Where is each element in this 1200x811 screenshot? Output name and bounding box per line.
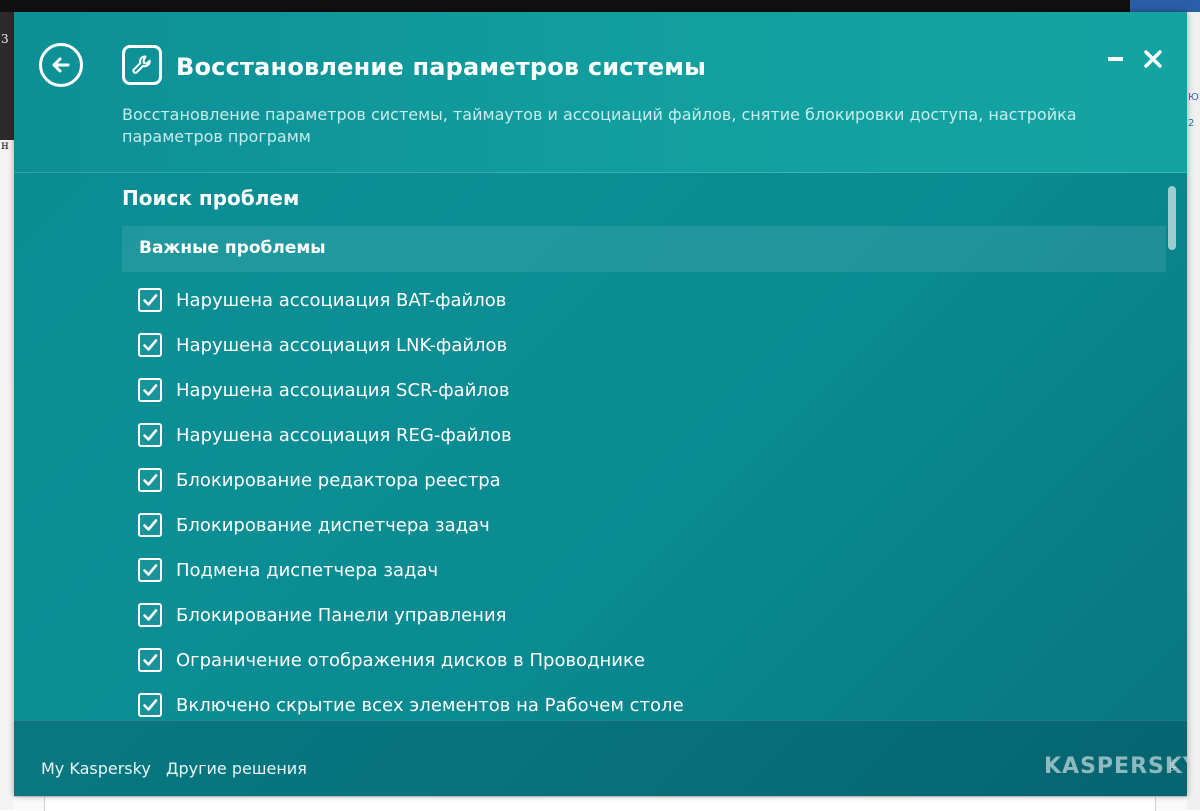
background-left-window: 3 н <box>0 12 15 810</box>
checkbox[interactable] <box>138 423 162 447</box>
close-icon <box>1144 50 1162 68</box>
checkmark-icon <box>143 654 158 666</box>
item-label: Нарушена ассоциация LNK-файлов <box>176 335 508 356</box>
section-title: Поиск проблем <box>122 186 300 210</box>
problems-list: Нарушена ассоциация BAT-файлов Нарушена … <box>122 282 1166 720</box>
list-item[interactable]: Блокирование редактора реестра <box>138 465 1138 495</box>
list-item[interactable]: Нарушена ассоциация BAT-файлов <box>138 285 1138 315</box>
background-right-window: Ю 2 <box>1187 12 1200 810</box>
checkbox[interactable] <box>138 648 162 672</box>
item-label: Нарушена ассоциация SCR-файлов <box>176 380 510 401</box>
list-item[interactable]: Включено скрытие всех элементов на Рабоч… <box>138 690 1138 720</box>
window-subtitle: Восстановление параметров системы, тайма… <box>122 105 1077 146</box>
back-button[interactable] <box>39 43 83 87</box>
checkbox[interactable] <box>138 333 162 357</box>
window-title: Восстановление параметров системы <box>176 53 707 81</box>
group-header: Важные проблемы <box>122 226 1166 272</box>
checkmark-icon <box>143 339 158 351</box>
other-solutions-link[interactable]: Другие решения <box>166 759 307 778</box>
checkbox[interactable] <box>138 288 162 312</box>
item-label: Ограничение отображения дисков в Проводн… <box>176 650 645 671</box>
item-label: Включено скрытие всех элементов на Рабоч… <box>176 695 684 716</box>
kaspersky-logo: KASPERSKY <box>1044 754 1187 779</box>
checkmark-icon <box>143 609 158 621</box>
list-item[interactable]: Блокирование Панели управления <box>138 600 1138 630</box>
item-label: Блокирование редактора реестра <box>176 470 501 491</box>
checkmark-icon <box>143 429 158 441</box>
item-label: Блокирование диспетчера задач <box>176 515 490 536</box>
item-label: Нарушена ассоциация BAT-файлов <box>176 290 507 311</box>
checkbox[interactable] <box>138 693 162 717</box>
list-item[interactable]: Блокирование диспетчера задач <box>138 510 1138 540</box>
my-kaspersky-link[interactable]: My Kaspersky <box>41 759 151 778</box>
background-right-glyph-2: 2 <box>1188 118 1195 129</box>
background-bottom-strip <box>14 796 1187 811</box>
minimize-icon <box>1108 57 1123 61</box>
scrollbar-thumb[interactable] <box>1168 186 1176 250</box>
window-footer: My Kaspersky Другие решения KASPERSKY la… <box>14 720 1187 796</box>
kaspersky-logo-suffix: lab <box>1168 759 1177 772</box>
checkmark-icon <box>143 294 158 306</box>
checkbox[interactable] <box>138 378 162 402</box>
background-left-glyph-1: 3 <box>1 32 9 46</box>
background-bottom-frame <box>44 797 1156 811</box>
checkmark-icon <box>143 519 158 531</box>
background-right-glyph-1: Ю <box>1188 92 1199 103</box>
list-item[interactable]: Нарушена ассоциация REG-файлов <box>138 420 1138 450</box>
back-arrow-icon <box>52 57 70 73</box>
checkbox[interactable] <box>138 603 162 627</box>
checkmark-icon <box>143 474 158 486</box>
minimize-button[interactable] <box>1106 48 1128 70</box>
checkmark-icon <box>143 564 158 576</box>
scrollbar[interactable] <box>1167 184 1177 712</box>
close-button[interactable] <box>1142 48 1164 70</box>
item-label: Блокирование Панели управления <box>176 605 507 626</box>
list-item[interactable]: Подмена диспетчера задач <box>138 555 1138 585</box>
window-header: Восстановление параметров системы Восста… <box>14 12 1187 173</box>
checkmark-icon <box>143 699 158 711</box>
list-item[interactable]: Нарушена ассоциация LNK-файлов <box>138 330 1138 360</box>
checkmark-icon <box>143 384 158 396</box>
background-top-bar <box>0 0 1200 12</box>
checkbox[interactable] <box>138 558 162 582</box>
checkbox[interactable] <box>138 513 162 537</box>
background-top-bar-accent <box>1130 0 1200 12</box>
app-window: Восстановление параметров системы Восста… <box>14 12 1187 796</box>
background-left-glyph-2: н <box>1 138 9 152</box>
list-item[interactable]: Нарушена ассоциация SCR-файлов <box>138 375 1138 405</box>
item-label: Подмена диспетчера задач <box>176 560 439 581</box>
item-label: Нарушена ассоциация REG-файлов <box>176 425 512 446</box>
checkbox[interactable] <box>138 468 162 492</box>
wrench-icon <box>122 45 162 85</box>
list-item[interactable]: Ограничение отображения дисков в Проводн… <box>138 645 1138 675</box>
group-title: Важные проблемы <box>139 238 326 258</box>
